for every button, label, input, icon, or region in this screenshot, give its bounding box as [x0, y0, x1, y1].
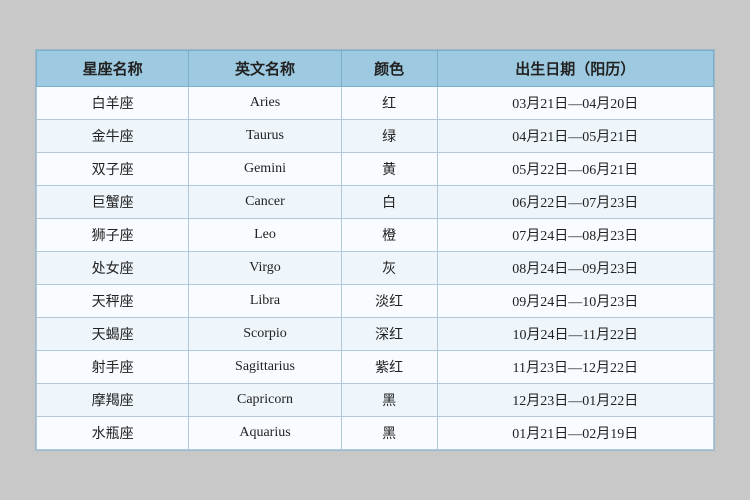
cell-date: 03月21日—04月20日 — [437, 87, 713, 120]
table-body: 白羊座Aries红03月21日—04月20日金牛座Taurus绿04月21日—0… — [37, 87, 714, 450]
header-en: 英文名称 — [189, 51, 341, 87]
cell-zh: 巨蟹座 — [37, 186, 189, 219]
table-row: 金牛座Taurus绿04月21日—05月21日 — [37, 120, 714, 153]
cell-zh: 白羊座 — [37, 87, 189, 120]
cell-zh: 狮子座 — [37, 219, 189, 252]
cell-date: 07月24日—08月23日 — [437, 219, 713, 252]
cell-color: 紫红 — [341, 351, 437, 384]
cell-zh: 天秤座 — [37, 285, 189, 318]
cell-zh: 水瓶座 — [37, 417, 189, 450]
table-row: 白羊座Aries红03月21日—04月20日 — [37, 87, 714, 120]
cell-date: 11月23日—12月22日 — [437, 351, 713, 384]
cell-en: Taurus — [189, 120, 341, 153]
cell-en: Gemini — [189, 153, 341, 186]
cell-date: 12月23日—01月22日 — [437, 384, 713, 417]
cell-zh: 摩羯座 — [37, 384, 189, 417]
table-row: 射手座Sagittarius紫红11月23日—12月22日 — [37, 351, 714, 384]
table-row: 天蝎座Scorpio深红10月24日—11月22日 — [37, 318, 714, 351]
cell-color: 淡红 — [341, 285, 437, 318]
table-row: 巨蟹座Cancer白06月22日—07月23日 — [37, 186, 714, 219]
table-row: 摩羯座Capricorn黑12月23日—01月22日 — [37, 384, 714, 417]
cell-date: 05月22日—06月21日 — [437, 153, 713, 186]
header-date: 出生日期（阳历） — [437, 51, 713, 87]
cell-zh: 处女座 — [37, 252, 189, 285]
table-row: 处女座Virgo灰08月24日—09月23日 — [37, 252, 714, 285]
cell-color: 黑 — [341, 417, 437, 450]
cell-en: Capricorn — [189, 384, 341, 417]
cell-date: 09月24日—10月23日 — [437, 285, 713, 318]
cell-date: 01月21日—02月19日 — [437, 417, 713, 450]
cell-zh: 天蝎座 — [37, 318, 189, 351]
header-zh: 星座名称 — [37, 51, 189, 87]
cell-date: 08月24日—09月23日 — [437, 252, 713, 285]
cell-color: 黄 — [341, 153, 437, 186]
zodiac-table-container: 星座名称 英文名称 颜色 出生日期（阳历） 白羊座Aries红03月21日—04… — [35, 49, 715, 451]
cell-en: Scorpio — [189, 318, 341, 351]
cell-color: 白 — [341, 186, 437, 219]
zodiac-table: 星座名称 英文名称 颜色 出生日期（阳历） 白羊座Aries红03月21日—04… — [36, 50, 714, 450]
table-row: 狮子座Leo橙07月24日—08月23日 — [37, 219, 714, 252]
header-color: 颜色 — [341, 51, 437, 87]
cell-color: 红 — [341, 87, 437, 120]
cell-zh: 金牛座 — [37, 120, 189, 153]
cell-en: Libra — [189, 285, 341, 318]
cell-en: Aries — [189, 87, 341, 120]
cell-zh: 射手座 — [37, 351, 189, 384]
cell-zh: 双子座 — [37, 153, 189, 186]
table-row: 天秤座Libra淡红09月24日—10月23日 — [37, 285, 714, 318]
cell-en: Aquarius — [189, 417, 341, 450]
table-row: 水瓶座Aquarius黑01月21日—02月19日 — [37, 417, 714, 450]
cell-color: 绿 — [341, 120, 437, 153]
cell-color: 灰 — [341, 252, 437, 285]
cell-en: Leo — [189, 219, 341, 252]
cell-color: 黑 — [341, 384, 437, 417]
cell-color: 深红 — [341, 318, 437, 351]
cell-en: Sagittarius — [189, 351, 341, 384]
cell-date: 10月24日—11月22日 — [437, 318, 713, 351]
table-header-row: 星座名称 英文名称 颜色 出生日期（阳历） — [37, 51, 714, 87]
cell-en: Virgo — [189, 252, 341, 285]
cell-date: 06月22日—07月23日 — [437, 186, 713, 219]
cell-date: 04月21日—05月21日 — [437, 120, 713, 153]
cell-color: 橙 — [341, 219, 437, 252]
table-row: 双子座Gemini黄05月22日—06月21日 — [37, 153, 714, 186]
cell-en: Cancer — [189, 186, 341, 219]
